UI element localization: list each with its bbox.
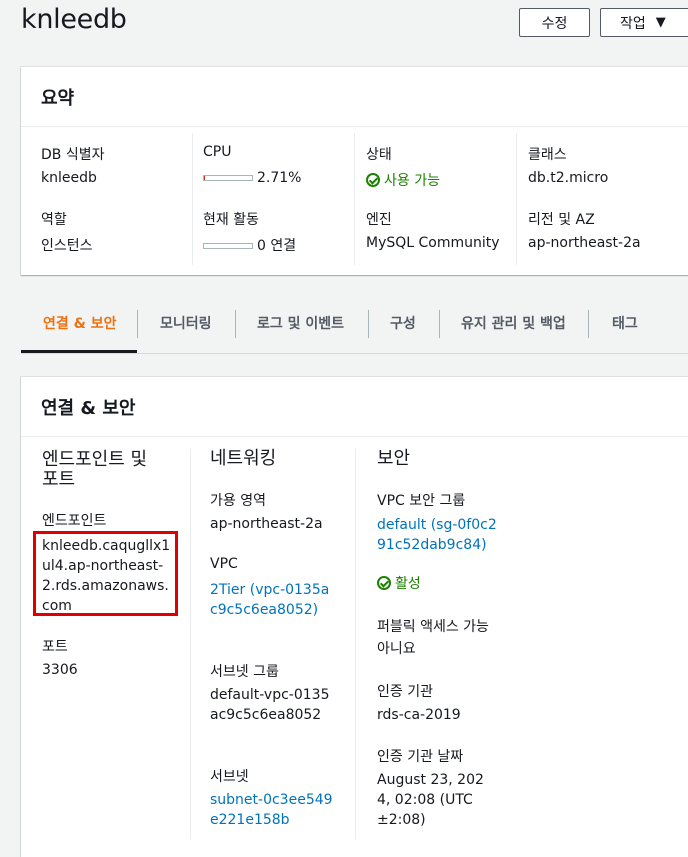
- cpu-meter: 2.71%: [203, 170, 301, 186]
- tab-bar: 연결 & 보안 모니터링 로그 및 이벤트 구성 유지 관리 및 백업 태그: [21, 300, 688, 354]
- az-label: 가용 영역: [210, 493, 266, 509]
- edit-button[interactable]: 수정: [519, 8, 590, 37]
- subnet-label: 서브넷: [210, 769, 249, 785]
- caret-down-icon: ▼: [655, 15, 666, 30]
- ca-date-value: August 23, 2024, 02:08 (UTC±2:08): [377, 772, 484, 828]
- divider: [355, 449, 356, 839]
- summary-title: 요약: [21, 67, 688, 127]
- active-tab-indicator: [21, 350, 137, 353]
- divider: [192, 133, 193, 265]
- page-title: knleedb: [21, 4, 127, 35]
- status-text: 사용 가능: [384, 173, 440, 189]
- cpu-bar-fill: [204, 176, 206, 180]
- security-heading: 보안: [377, 448, 411, 469]
- networking-heading: 네트워킹: [210, 448, 277, 469]
- tab-divider: [588, 310, 589, 338]
- port-value: 3306: [42, 662, 78, 678]
- security-group-status: 활성: [377, 574, 421, 594]
- ca-date-label: 인증 기관 날짜: [377, 749, 464, 765]
- endpoint-port-heading: 엔드포인트 및 포트: [42, 450, 147, 490]
- divider: [354, 133, 355, 265]
- subnet-group-value: default-vpc-0135ac9c5c6ea8052: [210, 687, 330, 723]
- actions-label: 작업: [620, 15, 646, 32]
- cpu-label: CPU: [203, 144, 232, 160]
- tab-divider: [368, 310, 369, 338]
- ca-label: 인증 기관: [377, 684, 433, 700]
- activity-meter: 0 연결: [203, 235, 296, 255]
- tab-divider: [137, 310, 138, 338]
- check-circle-icon: [366, 173, 380, 187]
- engine-value: MySQL Community: [366, 235, 500, 251]
- class-value: db.t2.micro: [528, 170, 609, 186]
- tab-connectivity[interactable]: 연결 & 보안: [43, 308, 116, 338]
- public-access-label: 퍼블릭 액세스 가능: [377, 619, 489, 635]
- security-group-link[interactable]: default (sg-0f0c291c52dab9c84): [377, 515, 503, 555]
- tab-divider: [439, 310, 440, 338]
- endpoint-port-heading-line2: 포트: [42, 469, 76, 490]
- region-label: 리전 및 AZ: [528, 212, 595, 228]
- activity-label: 현재 활동: [203, 212, 259, 228]
- tab-logs-events[interactable]: 로그 및 이벤트: [257, 308, 344, 338]
- actions-button[interactable]: 작업 ▼: [600, 8, 688, 37]
- role-label: 역할: [41, 212, 67, 228]
- activity-value: 0 연결: [257, 238, 297, 254]
- endpoint-label: 엔드포인트: [42, 513, 107, 529]
- port-label: 포트: [42, 639, 68, 655]
- tab-divider: [235, 310, 236, 338]
- security-group-status-text: 활성: [395, 576, 421, 592]
- endpoint-highlight: [33, 531, 178, 616]
- az-value: ap-northeast-2a: [210, 516, 323, 532]
- tab-maintenance-backup[interactable]: 유지 관리 및 백업: [461, 308, 566, 338]
- divider: [516, 133, 517, 265]
- subnet-link[interactable]: subnet-0c3ee549e221e158b: [210, 790, 336, 830]
- connectivity-title: 연결 & 보안: [21, 377, 688, 437]
- tab-monitoring[interactable]: 모니터링: [160, 308, 212, 338]
- endpoint-port-heading-line1: 엔드포인트 및: [42, 449, 148, 470]
- divider: [190, 449, 191, 839]
- public-access-value: 아니요: [377, 641, 416, 657]
- class-label: 클래스: [528, 147, 567, 163]
- role-value: 인스턴스: [41, 238, 93, 254]
- tab-tags[interactable]: 태그: [612, 308, 638, 338]
- region-value: ap-northeast-2a: [528, 235, 641, 251]
- db-identifier-value: knleedb: [41, 170, 97, 186]
- cpu-bar: [203, 175, 253, 181]
- tab-configuration[interactable]: 구성: [390, 308, 416, 338]
- vpc-label: VPC: [210, 556, 238, 572]
- db-identifier-label: DB 식별자: [41, 147, 105, 163]
- security-group-label: VPC 보안 그룹: [377, 493, 466, 509]
- status-label: 상태: [366, 147, 392, 163]
- engine-label: 엔진: [366, 212, 392, 228]
- vpc-link[interactable]: 2Tier (vpc-0135ac9c5c6ea8052): [210, 580, 336, 620]
- status-value: 사용 가능: [366, 170, 440, 190]
- activity-bar: [203, 243, 253, 249]
- subnet-group-label: 서브넷 그룹: [210, 664, 279, 680]
- ca-value: rds-ca-2019: [377, 707, 461, 723]
- cpu-value: 2.71%: [257, 170, 302, 186]
- check-circle-icon: [377, 576, 391, 590]
